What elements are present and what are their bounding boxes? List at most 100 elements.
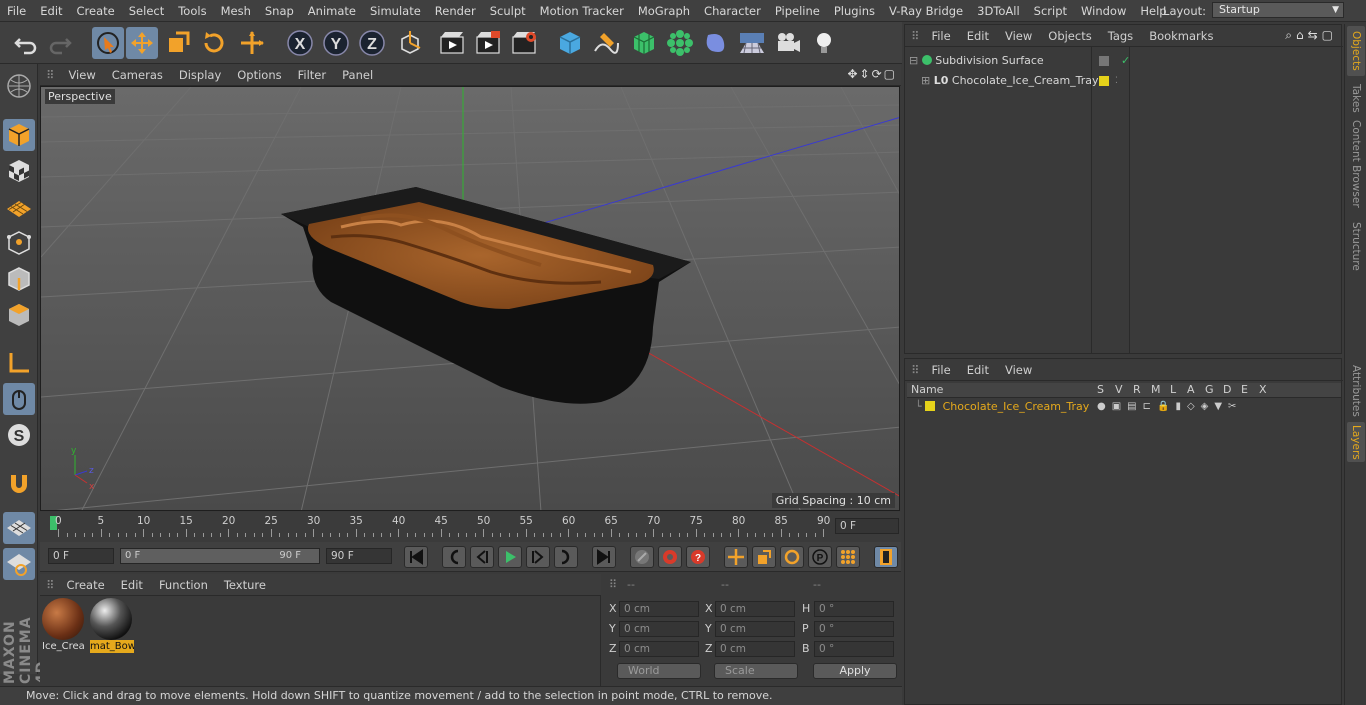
object-row[interactable]: ⊟ Subdivision Surface ✓	[909, 52, 1339, 70]
column-xrefs[interactable]: X	[1259, 383, 1267, 396]
render-view-icon[interactable]	[436, 27, 468, 59]
menu-mograph[interactable]: MoGraph	[631, 4, 697, 18]
transform-icon[interactable]	[236, 27, 268, 59]
coordinate-space-dropdown[interactable]: World	[617, 663, 701, 679]
object-name[interactable]: Subdivision Surface	[935, 54, 1043, 67]
rot-p-field[interactable]: 0 °	[814, 621, 894, 637]
object-menu-file[interactable]: File	[923, 29, 958, 43]
column-manager[interactable]: M	[1151, 383, 1161, 396]
autokey-icon[interactable]	[658, 546, 682, 568]
menu-motion-tracker[interactable]: Motion Tracker	[533, 4, 631, 18]
deformer-icon[interactable]	[700, 27, 732, 59]
tree-expand-icon[interactable]: ⊞	[921, 74, 930, 87]
start-frame-field[interactable]: 0 F	[48, 548, 114, 564]
perspective-viewport[interactable]: y z x Perspective Grid Spacing : 10 cm	[40, 86, 900, 511]
menu-script[interactable]: Script	[1027, 4, 1074, 18]
object-menu-edit[interactable]: Edit	[959, 29, 997, 43]
key-rotation-icon[interactable]	[780, 546, 804, 568]
layout-dropdown[interactable]: Startup ▼	[1212, 2, 1344, 18]
lock-workplane-icon[interactable]	[3, 512, 35, 544]
object-name[interactable]: Chocolate_Ice_Cream_Tray	[952, 74, 1099, 87]
material-thumbnail[interactable]: Ice_Crea	[42, 598, 86, 656]
go-to-start-icon[interactable]	[404, 546, 428, 568]
play-icon[interactable]	[498, 546, 522, 568]
material-menu-function[interactable]: Function	[151, 578, 216, 592]
menu-3dtoall[interactable]: 3DToAll	[970, 4, 1027, 18]
timeline-ruler[interactable]: 0 5 10 15 20 25 30 35 40 45 50 55 60 65 70 75 80 85 90 0 F	[40, 512, 901, 542]
material-menu-texture[interactable]: Texture	[216, 578, 274, 592]
go-to-end-icon[interactable]	[592, 546, 616, 568]
layer-menu-view[interactable]: View	[997, 363, 1040, 377]
menu-snap[interactable]: Snap	[258, 4, 301, 18]
pos-y-field[interactable]: 0 cm	[619, 621, 699, 637]
pen-spline-icon[interactable]	[590, 27, 622, 59]
timeline-window-icon[interactable]	[874, 546, 898, 568]
visibility-toggle[interactable]	[1099, 56, 1109, 66]
viewport-menu-view[interactable]: View	[60, 68, 103, 82]
size-x-field[interactable]: 0 cm	[715, 601, 795, 617]
layer-menu-edit[interactable]: Edit	[959, 363, 997, 377]
make-editable-icon[interactable]	[3, 70, 35, 102]
pos-x-field[interactable]: 0 cm	[619, 601, 699, 617]
current-frame-field[interactable]: 0 F	[835, 518, 899, 534]
material-menu-edit[interactable]: Edit	[113, 578, 151, 592]
menu-plugins[interactable]: Plugins	[827, 4, 882, 18]
rot-h-field[interactable]: 0 °	[814, 601, 894, 617]
menu-render[interactable]: Render	[428, 4, 483, 18]
menu-simulate[interactable]: Simulate	[363, 4, 428, 18]
next-frame-icon[interactable]	[526, 546, 550, 568]
key-parameter-icon[interactable]: P	[808, 546, 832, 568]
rot-b-field[interactable]: 0 °	[814, 641, 894, 657]
tab-layers[interactable]: Layers	[1347, 422, 1365, 462]
edges-mode-icon[interactable]	[3, 263, 35, 295]
menu-character[interactable]: Character	[697, 4, 768, 18]
column-solo[interactable]: S	[1097, 383, 1104, 396]
render-picture-viewer-icon[interactable]	[472, 27, 504, 59]
tweak-mode-icon[interactable]	[3, 383, 35, 415]
menu-select[interactable]: Select	[122, 4, 171, 18]
menu-mesh[interactable]: Mesh	[214, 4, 258, 18]
z-axis-icon[interactable]: Z	[356, 27, 388, 59]
tab-structure[interactable]: Structure	[1347, 220, 1365, 272]
object-menu-objects[interactable]: Objects	[1040, 29, 1099, 43]
undo-icon[interactable]	[10, 27, 42, 59]
column-generators[interactable]: G	[1205, 383, 1214, 396]
light-icon[interactable]	[808, 27, 840, 59]
camera-icon[interactable]	[772, 27, 804, 59]
redo-icon[interactable]	[44, 27, 76, 59]
column-render[interactable]: R	[1133, 383, 1141, 396]
viewport-nav-icons[interactable]: ✥⇕⟳▢	[847, 67, 897, 81]
enabled-check-icon[interactable]: ✓	[1121, 52, 1130, 70]
end-frame-field[interactable]: 90 F	[326, 548, 392, 564]
planar-workplane-icon[interactable]	[3, 548, 35, 580]
rotate-icon[interactable]	[198, 27, 230, 59]
workplane-icon[interactable]	[3, 191, 35, 223]
layer-menu-file[interactable]: File	[923, 363, 958, 377]
viewport-menu-display[interactable]: Display	[171, 68, 229, 82]
material-thumbnail[interactable]: mat_Bow	[90, 598, 134, 656]
menu-create[interactable]: Create	[70, 4, 122, 18]
tab-attributes[interactable]: Attributes	[1347, 362, 1365, 420]
cube-icon[interactable]	[554, 27, 586, 59]
menu-pipeline[interactable]: Pipeline	[768, 4, 827, 18]
size-z-field[interactable]: 0 cm	[715, 641, 795, 657]
object-menu-view[interactable]: View	[997, 29, 1040, 43]
previous-key-icon[interactable]	[442, 546, 466, 568]
move-icon[interactable]	[126, 27, 158, 59]
cloner-icon[interactable]	[664, 27, 696, 59]
points-mode-icon[interactable]	[3, 227, 35, 259]
pos-z-field[interactable]: 0 cm	[619, 641, 699, 657]
key-position-icon[interactable]	[724, 546, 748, 568]
key-pla-icon[interactable]	[836, 546, 860, 568]
key-scale-icon[interactable]	[752, 546, 776, 568]
menu-sculpt[interactable]: Sculpt	[483, 4, 533, 18]
menu-edit[interactable]: Edit	[33, 4, 69, 18]
column-locked[interactable]: L	[1170, 383, 1176, 396]
menu-file[interactable]: File	[0, 4, 33, 18]
viewport-menu-filter[interactable]: Filter	[290, 68, 334, 82]
solo-icon[interactable]: S	[3, 419, 35, 451]
menu-tools[interactable]: Tools	[171, 4, 213, 18]
object-menu-bookmarks[interactable]: Bookmarks	[1141, 29, 1221, 43]
tab-objects[interactable]: Objects	[1347, 26, 1365, 76]
visibility-dots-icon[interactable]: ⁚	[1115, 72, 1118, 90]
